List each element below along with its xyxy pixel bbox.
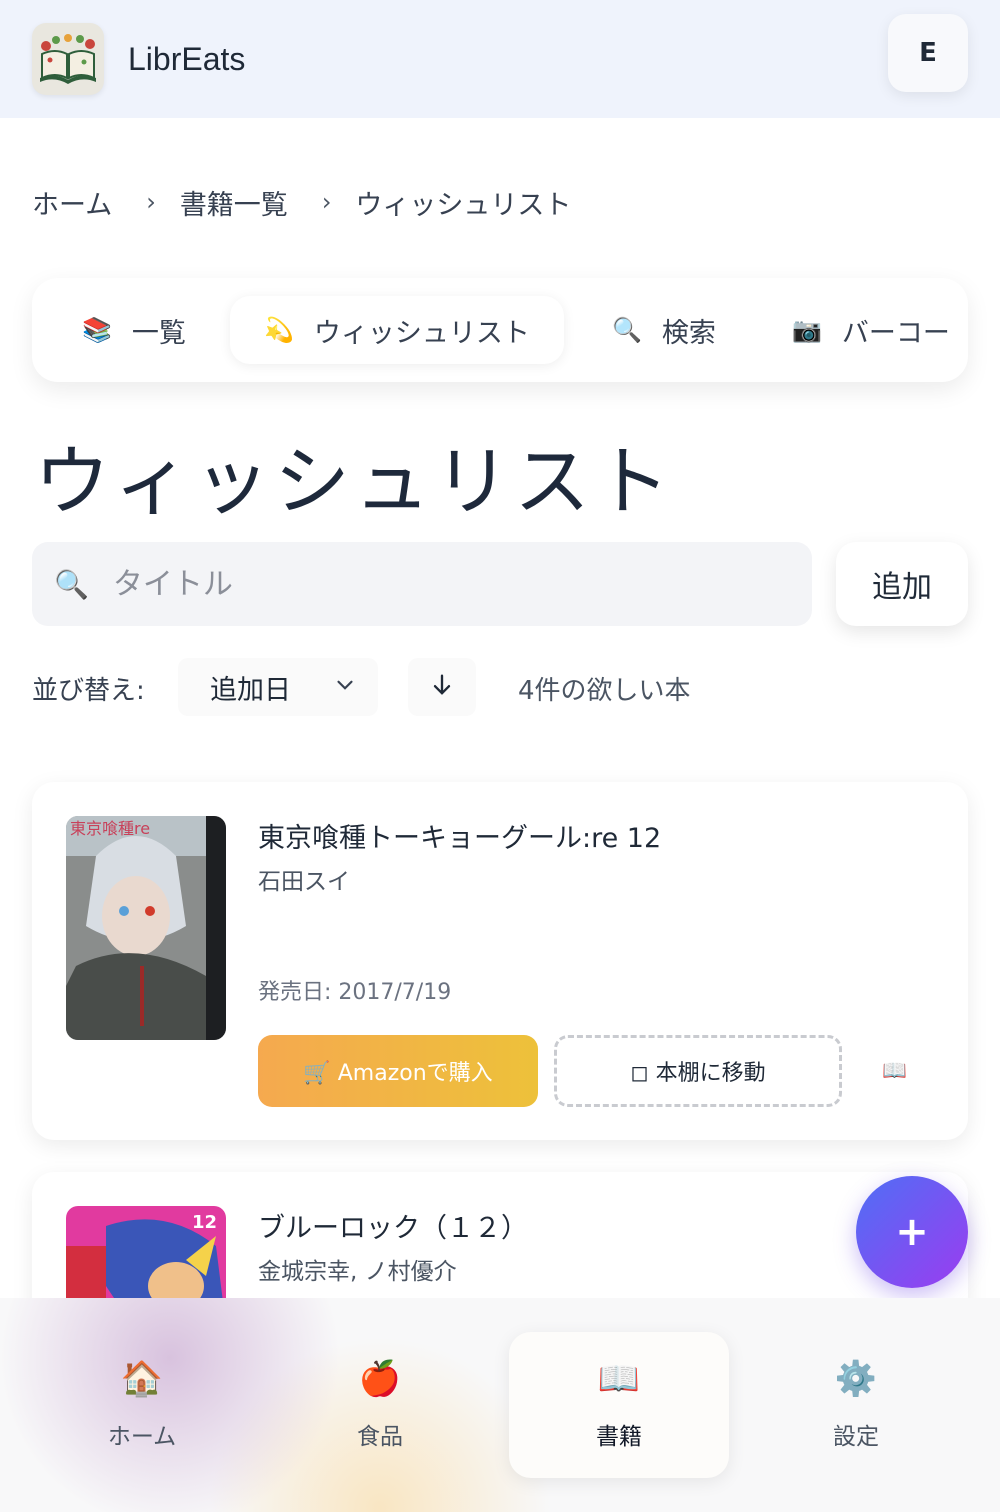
house-icon: 🏠 [120, 1359, 164, 1399]
search-icon: 🔍 [54, 567, 89, 601]
sort-label: 並び替え: [32, 676, 145, 706]
nav-item-books[interactable]: 📖 書籍 [509, 1332, 729, 1478]
sort-row: 並び替え: 追加日 4件の欲しい本 [32, 658, 732, 716]
svg-text:東京喰種re: 東京喰種re [70, 819, 150, 838]
nav-item-settings[interactable]: ⚙️ 設定 [746, 1332, 966, 1478]
breadcrumb-item-home[interactable]: ホーム [32, 183, 112, 222]
arrow-down-icon [428, 671, 456, 703]
breadcrumb-item-books[interactable]: 書籍一覧 [180, 183, 288, 222]
tab-label: 一覧 [131, 317, 186, 349]
tab-wishlist[interactable]: 💫 ウィッシュリスト [230, 296, 564, 364]
tab-label: ウィッシュリスト [313, 317, 530, 349]
book-title[interactable]: 東京喰種トーキョーグール:re 12 [258, 816, 661, 855]
tab-barcode[interactable]: 📷 バーコー [792, 296, 950, 364]
search-input[interactable] [112, 566, 733, 602]
breadcrumb-separator: › [321, 188, 332, 216]
book-author: 石田スイ [258, 869, 350, 895]
breadcrumb-item-wishlist: ウィッシュリスト [355, 189, 572, 221]
tab-list[interactable]: 📚 一覧 [82, 296, 186, 364]
chevron-down-icon [332, 672, 358, 705]
book-tabs: 📚 一覧 💫 ウィッシュリスト 🔍 検索 📷 バーコー [32, 278, 968, 382]
bottom-navigation: 🏠 ホーム 🍎 食品 📖 書籍 ⚙️ 設定 [0, 1298, 1000, 1512]
apple-icon: 🍎 [358, 1359, 402, 1399]
tab-label: バーコー [841, 317, 950, 349]
nav-label: 設定 [833, 1424, 879, 1450]
add-book-fab[interactable]: + [856, 1176, 968, 1288]
amazon-buy-button[interactable]: 🛒 Amazonで購入 [258, 1035, 538, 1107]
gear-icon: ⚙️ [834, 1359, 878, 1399]
tab-label: 検索 [661, 317, 716, 349]
nav-label: 書籍 [596, 1424, 642, 1450]
wishlist-count: 4件の欲しい本 [518, 676, 691, 706]
move-to-shelf-button[interactable]: ◻ 本棚に移動 [554, 1035, 842, 1107]
breadcrumb: ホーム › 書籍一覧 › ウィッシュリスト [32, 180, 571, 224]
user-avatar-button[interactable]: E [888, 14, 968, 92]
book-title[interactable]: ブルーロック（１２） [258, 1206, 528, 1245]
app-header: LibrEats E [0, 0, 1000, 118]
book-author: 金城宗幸, ノ村優介 [258, 1259, 457, 1285]
nav-label: ホーム [107, 1424, 177, 1450]
tab-search[interactable]: 🔍 検索 [612, 296, 716, 364]
dizzy-star-icon: 💫 [264, 316, 294, 344]
nav-item-home[interactable]: 🏠 ホーム [32, 1332, 252, 1478]
book-cover-image[interactable]: 東京喰種re [66, 816, 226, 1040]
sort-direction-button[interactable] [408, 658, 476, 716]
nav-label: 食品 [357, 1424, 403, 1450]
svg-text:12: 12 [192, 1212, 217, 1233]
app-title: LibrEats [128, 40, 246, 77]
nav-item-food[interactable]: 🍎 食品 [270, 1332, 490, 1478]
camera-icon: 📷 [792, 316, 822, 344]
release-date: 発売日: 2017/7/19 [258, 980, 452, 1005]
sort-select[interactable]: 追加日 [178, 658, 378, 716]
search-icon: 🔍 [612, 316, 642, 344]
book-card[interactable]: 東京喰種re 東京喰種トーキョーグール:re 12 石田スイ 発売日: 2017… [32, 782, 968, 1140]
search-box: 🔍 [32, 542, 812, 626]
app-logo-icon[interactable] [32, 23, 104, 95]
books-icon: 📚 [82, 316, 112, 344]
add-button[interactable]: 追加 [836, 542, 968, 626]
breadcrumb-separator: › [146, 188, 156, 216]
page-title: ウィッシュリスト [34, 437, 674, 526]
open-book-icon: 📖 [597, 1359, 641, 1399]
sort-selected-value: 追加日 [210, 674, 291, 706]
open-book-icon[interactable]: 📖 [882, 1058, 907, 1082]
